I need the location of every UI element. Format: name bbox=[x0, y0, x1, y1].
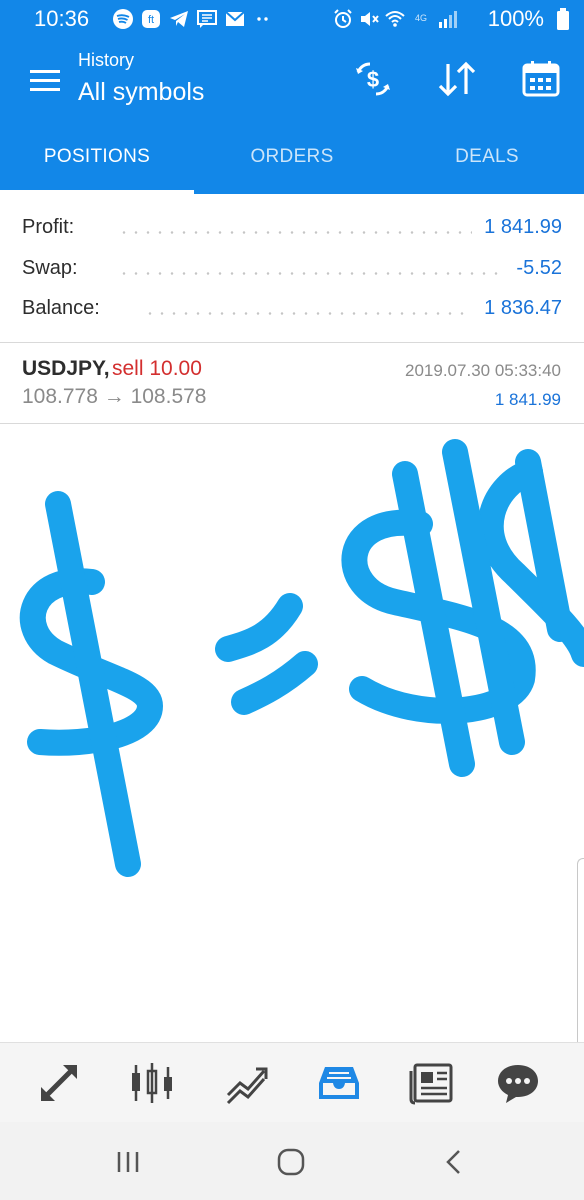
messages-icon bbox=[197, 10, 217, 28]
balance-value: 1 836.47 bbox=[484, 297, 562, 319]
deal-datetime: 2019.07.30 05:33:40 bbox=[405, 361, 561, 380]
chat-icon[interactable] bbox=[494, 1059, 542, 1107]
alarm-icon bbox=[334, 9, 352, 28]
page-title[interactable]: All symbols bbox=[78, 78, 204, 107]
wifi-icon bbox=[385, 11, 405, 27]
calendar-icon[interactable] bbox=[518, 56, 564, 102]
svg-text:ft: ft bbox=[148, 14, 154, 26]
balance-label: Balance: bbox=[22, 297, 100, 319]
home-icon[interactable] bbox=[271, 1142, 311, 1182]
menu-icon[interactable] bbox=[26, 62, 66, 98]
svg-text:$: $ bbox=[367, 67, 379, 92]
handwritten-doodle bbox=[19, 439, 584, 877]
news-icon: ft bbox=[142, 10, 160, 28]
news-icon[interactable] bbox=[409, 1059, 457, 1107]
currency-exchange-icon[interactable]: $ bbox=[350, 56, 396, 102]
signal-icon bbox=[439, 11, 457, 28]
battery-icon bbox=[557, 8, 569, 30]
mute-icon bbox=[361, 12, 379, 26]
deal-symbol: USDJPY, bbox=[22, 357, 110, 380]
swap-row: Swap: -5.52 bbox=[22, 249, 562, 289]
lte-icon: 4G bbox=[415, 13, 427, 23]
position-row[interactable]: USDJPY, sell 10.00 108.778 → 108.578 201… bbox=[0, 343, 584, 424]
status-bar: 10:36 ft 4G 100% bbox=[0, 0, 584, 40]
deal-side: sell 10.00 bbox=[112, 357, 202, 380]
balance-row: Balance: 1 836.47 bbox=[22, 289, 562, 329]
history-inbox-icon[interactable] bbox=[315, 1059, 363, 1107]
tab-deals[interactable]: DEALS bbox=[390, 120, 584, 194]
profit-value: 1 841.99 bbox=[484, 216, 562, 238]
system-nav-bar bbox=[0, 1122, 584, 1200]
status-time: 10:36 bbox=[34, 6, 90, 31]
swap-label: Swap: bbox=[22, 257, 78, 279]
profit-row: Profit: 1 841.99 bbox=[22, 208, 562, 248]
trade-icon[interactable] bbox=[35, 1059, 83, 1107]
candlestick-chart-icon[interactable] bbox=[128, 1059, 176, 1107]
app-subtitle: History bbox=[78, 50, 135, 70]
battery-level: 100% bbox=[487, 6, 544, 31]
more-dots-icon bbox=[257, 17, 268, 21]
trend-chart-icon[interactable] bbox=[222, 1059, 270, 1107]
swap-value: -5.52 bbox=[516, 257, 562, 279]
tab-bar: POSITIONS ORDERS DEALS bbox=[0, 120, 584, 194]
tab-orders[interactable]: ORDERS bbox=[195, 120, 389, 194]
dotted-leader bbox=[118, 231, 472, 234]
doodle-equals-top bbox=[215, 593, 303, 662]
summary-panel: Profit: 1 841.99 Swap: -5.52 Balance: 1 … bbox=[0, 194, 584, 343]
dotted-leader bbox=[118, 272, 502, 275]
bottom-nav bbox=[0, 1042, 584, 1123]
gmail-icon bbox=[225, 11, 245, 26]
doodle-equals-bottom bbox=[231, 651, 318, 715]
back-icon[interactable] bbox=[434, 1142, 474, 1182]
svg-text:4G: 4G bbox=[415, 13, 427, 23]
sort-icon[interactable] bbox=[434, 56, 480, 102]
tab-positions[interactable]: POSITIONS bbox=[0, 120, 194, 194]
app-bar: History All symbols $ bbox=[0, 40, 584, 120]
recent-apps-icon[interactable] bbox=[108, 1142, 148, 1182]
profit-label: Profit: bbox=[22, 216, 75, 238]
deal-prices: 108.778 → 108.578 bbox=[22, 385, 207, 408]
dotted-leader bbox=[144, 312, 466, 315]
deal-profit: 1 841.99 bbox=[494, 390, 561, 409]
spotify-icon bbox=[113, 9, 133, 29]
telegram-icon bbox=[170, 11, 188, 27]
